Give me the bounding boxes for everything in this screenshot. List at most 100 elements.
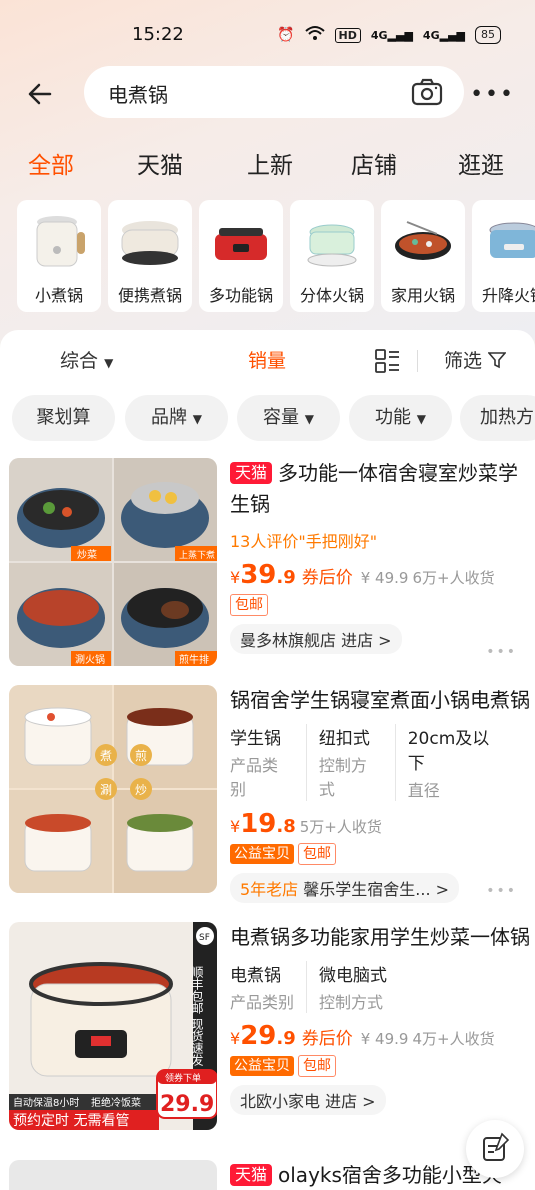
chip-capacity[interactable]: 容量 ▼ [237,395,340,441]
image-label: 煎牛排 [179,653,209,666]
category-card[interactable]: 家用火锅 [381,200,465,312]
back-arrow-icon[interactable] [24,78,56,110]
lift-hotpot-image [489,222,535,258]
original-price: ¥ 49.9 [360,1030,409,1048]
sold-count: 6万+人收货 [412,569,495,587]
tab-shops[interactable]: 店铺 [351,146,397,180]
more-dots-icon[interactable]: ••• [486,883,517,899]
product-title[interactable]: 电煮锅多功能家用学生炒菜一体锅 [230,922,530,953]
sort-comprehensive[interactable]: 综合 ▼ [60,346,113,373]
prop-item: 微电脑式 控制方式 [319,966,388,1012]
category-label: 多功能锅 [208,286,273,305]
tmall-badge: 天猫 [230,1164,273,1186]
price: 39 [240,560,277,590]
search-input[interactable]: 电煮锅 [84,66,464,118]
chip-brand[interactable]: 品牌 ▼ [125,395,228,441]
chip-juhuasuan[interactable]: 聚划算 [12,395,115,441]
prop-item: 20cm及以下 直径 [407,729,490,800]
tab-browse[interactable]: 逛逛 [458,146,504,180]
category-card[interactable]: 小煮锅 [17,200,101,312]
image-label: 炒菜 [77,549,97,561]
prop-item: 纽扣式 控制方式 [319,724,396,801]
product-card[interactable]: SF 顺丰包邮 现货速发 自动保温8小时 拒绝冷饭菜 预约定时 无需看管 领券下… [0,922,535,1137]
funnel-icon [487,352,507,369]
product-image[interactable]: SF 顺丰包邮 现货速发 自动保温8小时 拒绝冷饭菜 预约定时 无需看管 领券下… [9,922,217,1130]
search-query: 电煮锅 [108,83,168,107]
category-card[interactable]: 便携煮锅 [108,200,192,312]
shop-link[interactable]: 北欧小家电 进店 > [230,1085,386,1115]
product-image[interactable]: 炒菜 上蒸下煮 涮火锅 煎牛排 [9,458,217,666]
product-info: 锅宿舍学生锅寝室煮面小锅电煮锅 学生锅 产品类别 纽扣式 控制方式 20cm及以下直… [230,685,530,903]
edit-note-icon [483,1132,510,1161]
caret-down-icon: ▼ [416,412,426,426]
hd-badge: HD [334,27,361,43]
image-side-text: 顺丰包邮 现货速发 [190,966,204,1066]
coupon-label: 券后价 [301,1029,353,1049]
category-label: 分体火锅 [299,286,364,305]
product-card[interactable]: 天猫 olayks宿舍多功能小型火 [0,1160,535,1190]
prop-item: 学生锅 产品类别 [230,724,307,801]
chip-heating[interactable]: 加热方 [460,395,535,441]
category-label: 便携煮锅 [117,286,182,305]
search-row: 电煮锅 ••• [0,66,535,120]
category-card[interactable]: 多功能锅 [199,200,283,312]
sort-sales[interactable]: 销量 [248,346,286,373]
product-image[interactable]: 煮 煎 涮 炒 [9,685,217,893]
category-card[interactable]: 升降火锅 [472,200,535,312]
category-card[interactable]: 分体火锅 [290,200,374,312]
status-bar: 15:22 ⏰ HD 4G▂▄▆ 4G▂▄▆ 85 [0,18,535,52]
filter-button[interactable]: 筛选 [444,346,507,373]
tab-new[interactable]: 上新 [247,146,293,180]
shop-age: 5年老店 [240,880,299,899]
sold-count: 4万+人收货 [412,1030,495,1048]
product-image[interactable] [9,1160,217,1190]
image-label: 上蒸下煮 [179,549,215,561]
category-label: 升降火锅 [481,286,535,305]
tab-tmall[interactable]: 天猫 [137,146,183,180]
product-tags: 公益宝贝 包邮 [230,843,530,865]
charity-tag: 公益宝贝 [230,1056,294,1076]
status-time: 15:22 [132,24,184,45]
tab-all[interactable]: 全部 [28,146,74,180]
caret-down-icon: ▼ [304,412,314,426]
product-card[interactable]: 炒菜 上蒸下煮 涮火锅 煎牛排 天猫 多功能一体宿舍寝室炒菜学生锅 13人评价"手… [0,458,535,673]
product-title[interactable]: 天猫 多功能一体宿舍寝室炒菜学生锅 [230,458,530,520]
status-icons: ⏰ HD 4G▂▄▆ 4G▂▄▆ 85 [277,25,501,45]
product-info: 电煮锅多功能家用学生炒菜一体锅 电煮锅 产品类别 微电脑式 控制方式 ¥29.9 券后… [230,922,530,1115]
product-tags: 包邮 [230,594,530,616]
split-hotpot-image [307,224,357,267]
prop-item: 电煮锅 产品类别 [230,961,308,1013]
caret-down-icon: ▼ [104,356,114,370]
wifi-icon [304,25,325,45]
tmall-badge: 天猫 [230,462,273,484]
signal-icon-2: 4G▂▄▆ [422,28,465,42]
search-tabs: 全部 天猫 上新 店铺 逛逛 [0,146,535,186]
alarm-icon: ⏰ [277,27,295,43]
more-dots-icon[interactable]: ••• [486,644,517,660]
signal-icon-1: 4G▂▄▆ [370,28,413,42]
price-line: ¥39.9 券后价 ¥ 49.9 6万+人收货 [230,560,495,590]
image-banner-text: 自动保温8小时 [13,1096,79,1109]
product-info: 天猫 多功能一体宿舍寝室炒菜学生锅 13人评价"手把刚好" ¥39.9 券后价 ¥ 4… [230,458,530,654]
battery-indicator: 85 [475,26,501,44]
review-summary: 13人评价"手把刚好" [230,532,378,551]
grid-view-icon[interactable] [374,348,400,379]
shop-link[interactable]: 5年老店 馨乐学生宿舍生... > [230,873,460,903]
chip-function[interactable]: 功能 ▼ [349,395,452,441]
image-label: 炒 [135,783,147,797]
original-price: ¥ 49.9 [360,569,409,587]
product-title[interactable]: 锅宿舍学生锅寝室煮面小锅电煮锅 [230,685,530,716]
category-label: 小煮锅 [34,286,83,305]
sf-logo: SF [199,933,210,943]
multi-pot-image [215,228,267,260]
free-shipping-tag: 包邮 [230,594,268,616]
shop-link[interactable]: 曼多林旗舰店 进店 > [230,624,402,654]
sort-bar: 综合 ▼ 销量 筛选 [0,346,535,376]
camera-icon[interactable] [410,76,444,108]
more-options-icon[interactable]: ••• [470,82,515,107]
feedback-button[interactable] [466,1120,524,1178]
image-label: 煮 [100,749,112,763]
price: 29 [240,1021,277,1051]
image-price-label: 领券下单 [165,1072,201,1084]
product-card[interactable]: 煮 煎 涮 炒 锅宿舍学生锅寝室煮面小锅电煮锅 学生锅 产品类别 纽扣式 控制方式 … [0,685,535,903]
